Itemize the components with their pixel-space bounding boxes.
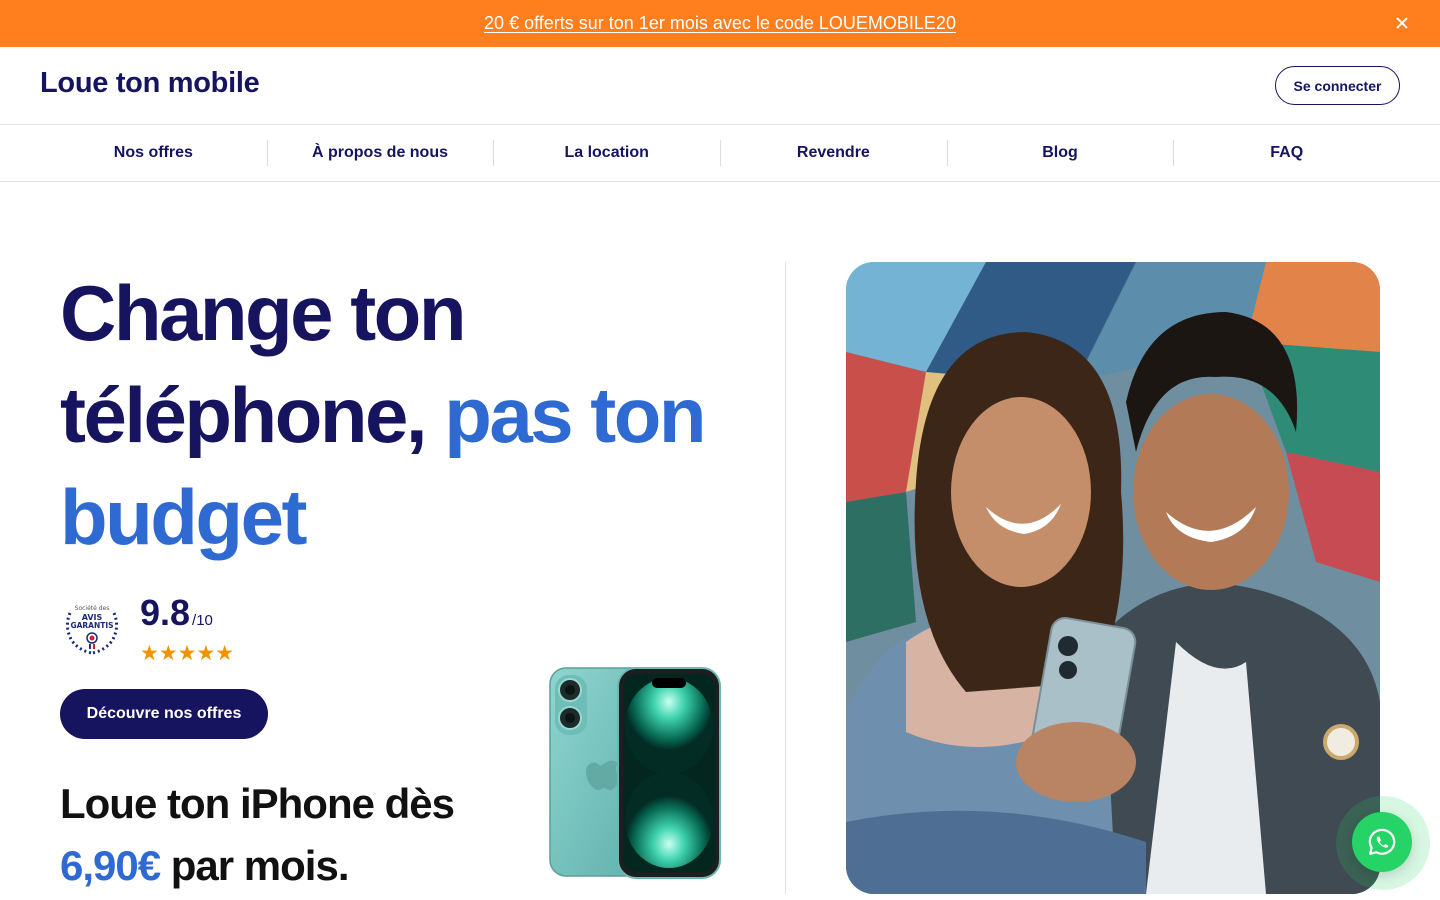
- nav-item-a-propos[interactable]: À propos de nous: [266, 125, 494, 181]
- hero-divider: [785, 262, 786, 894]
- whatsapp-icon: [1368, 828, 1396, 855]
- score-out-of: /10: [192, 612, 213, 629]
- hero-photo: [846, 262, 1380, 894]
- pricing-suffix: par mois.: [160, 842, 350, 889]
- pricing-text: Loue ton iPhone dès 6,90€ par mois.: [60, 773, 455, 897]
- score-wrap: 9.8/10 ★★★★★: [140, 593, 234, 665]
- hero-headline: Change ton téléphone, pas ton budget: [60, 262, 740, 568]
- logo[interactable]: Loue ton mobile: [40, 67, 260, 100]
- badge-line1: Société des: [75, 605, 110, 612]
- nav-item-location[interactable]: La location: [493, 125, 720, 181]
- close-icon[interactable]: [1392, 13, 1412, 33]
- couple-with-phone-image: [846, 262, 1380, 894]
- pricing-price: 6,90€: [60, 842, 161, 889]
- nav-item-faq[interactable]: FAQ: [1173, 125, 1400, 181]
- rating-block: Société des AVIS GARANTIS 9.8/10 ★★★★★: [60, 593, 234, 665]
- pricing-line2: 6,90€ par mois.: [60, 835, 454, 897]
- discover-offers-button[interactable]: Découvre nos offres: [60, 689, 268, 739]
- headline-main: Change ton téléphone,: [60, 269, 466, 459]
- nav-item-offres[interactable]: Nos offres: [40, 125, 267, 181]
- promo-banner: 20 € offerts sur ton 1er mois avec le co…: [0, 0, 1440, 47]
- pricing-line1: Loue ton iPhone dès: [60, 780, 455, 827]
- rating-stars: ★★★★★: [140, 642, 235, 665]
- iphone-image: [549, 667, 721, 879]
- rating-score: 9.8/10: [140, 593, 234, 641]
- main-nav: Nos offres À propos de nous La location …: [0, 125, 1440, 182]
- site-header: Loue ton mobile Se connecter: [0, 47, 1440, 125]
- nav-item-blog[interactable]: Blog: [946, 125, 1174, 181]
- badge-line3: GARANTIS: [70, 621, 113, 630]
- whatsapp-button[interactable]: [1352, 812, 1412, 872]
- promo-link[interactable]: 20 € offerts sur ton 1er mois avec le co…: [484, 13, 956, 34]
- nav-item-revendre[interactable]: Revendre: [720, 125, 947, 181]
- avis-garantis-badge[interactable]: Société des AVIS GARANTIS: [60, 593, 124, 657]
- score-value: 9.8: [140, 592, 191, 633]
- login-button[interactable]: Se connecter: [1275, 66, 1400, 105]
